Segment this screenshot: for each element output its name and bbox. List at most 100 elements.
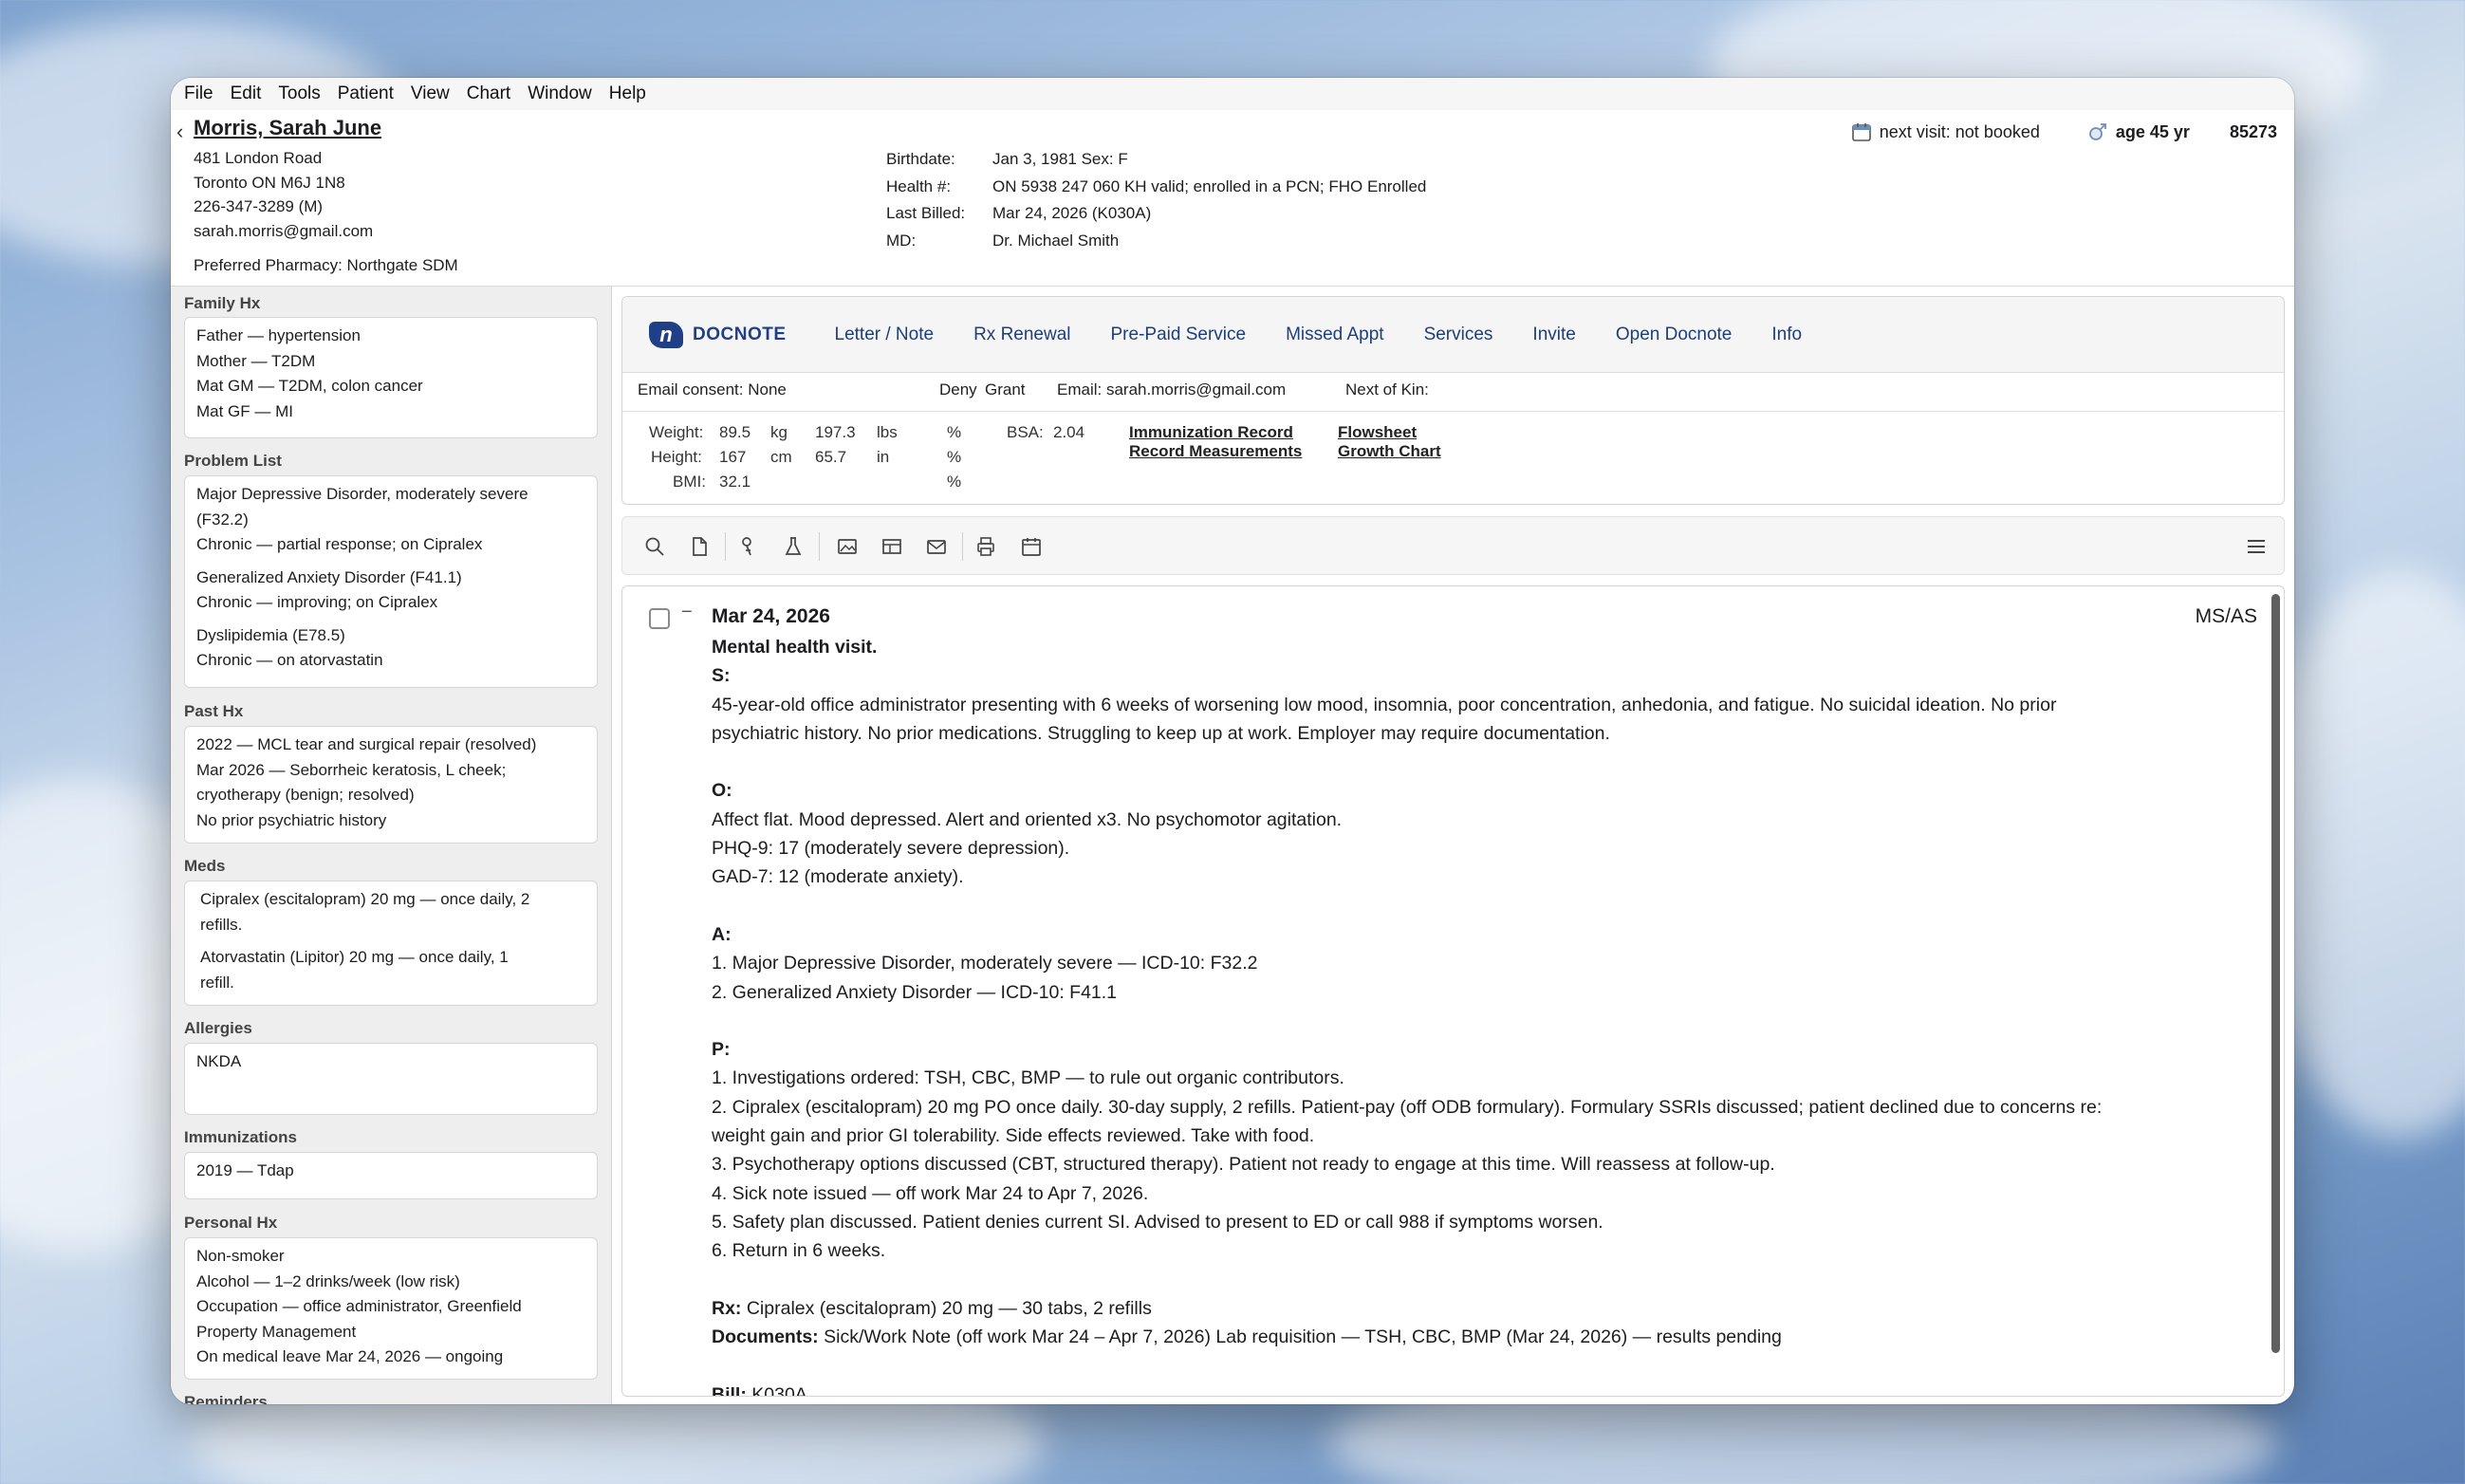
patient-address: 481 London Road Toronto ON M6J 1N8 226-3… [194,146,373,243]
note-line [712,892,2249,920]
deny-button[interactable]: Deny [939,380,977,399]
note-line: O: [712,780,732,802]
menu-patient[interactable]: Patient [338,83,394,104]
menu-edit[interactable]: Edit [231,83,262,104]
open-docnote-link[interactable]: Open Docnote [1616,325,1733,345]
list-item: No prior psychiatric history [196,810,387,829]
note-body[interactable]: Mental health visit. S: 45-year-old office… [712,633,2249,1396]
docnote-logo: n DOCNOTE [649,321,787,348]
list-item: refills. [200,915,243,934]
note-date: Mar 24, 2026 [712,605,830,627]
bmi-percentile: % [947,473,962,491]
collapse-toggle[interactable]: − [681,602,693,623]
grant-button[interactable]: Grant [985,380,1026,399]
note-scrollbar[interactable] [2271,594,2280,1353]
note-line: weight gain and prior GI tolerability. S… [712,1125,1315,1147]
weight-kg-value[interactable]: 89.5 [719,423,751,442]
note-line [712,748,2249,776]
calendar-icon[interactable] [1018,533,1045,560]
list-item: Atorvastatin (Lipitor) 20 mg — once dail… [200,948,509,966]
problem-list-box[interactable]: Major Depressive Disorder, moderately se… [184,475,598,688]
vitals-row: Weight: 89.5 kg 197.3 lbs % Height: 167 … [622,411,2284,506]
list-item: Property Management [196,1322,357,1341]
note-line: Rx: Cipralex (escitalopram) 20 mg — 30 t… [712,1294,2249,1323]
pre-paid-service-link[interactable]: Pre-Paid Service [1111,325,1247,345]
menu-tools[interactable]: Tools [278,83,320,104]
list-item: On medical leave Mar 24, 2026 — ongoing [196,1347,504,1365]
note-toolbar [621,516,2285,575]
menu-window[interactable]: Window [528,83,592,104]
preferred-pharmacy: Preferred Pharmacy: Northgate SDM [194,256,458,274]
note-line: psychiatric history. No prior medication… [712,722,1610,744]
missed-appt-link[interactable]: Missed Appt [1286,325,1384,345]
patient-name[interactable]: Morris, Sarah June [194,116,381,140]
height-cm-value[interactable]: 167 [719,448,746,467]
docnote-brand: DOCNOTE [693,324,787,344]
chart-summary-sidebar: Family Hx Father — hypertension Mother —… [171,287,612,1404]
gender-icon [2087,121,2108,142]
meds-title: Meds [184,857,226,875]
list-item: Dyslipidemia (E78.5) [196,625,345,644]
meds-box[interactable]: Cipralex (escitalopram) 20 mg — once dai… [184,881,598,1006]
record-measurements-link[interactable]: Record Measurements [1129,442,1302,461]
pill-icon[interactable] [735,533,762,560]
weight-label: Weight: [649,423,704,441]
address-line: 481 London Road [194,149,323,167]
note-line: 3. Psychotherapy options discussed (CBT,… [712,1154,1775,1176]
flowsheet-link[interactable]: Flowsheet [1338,423,1417,442]
growth-chart-link[interactable]: Growth Chart [1338,442,1441,461]
note-author-initials: MS/AS [2195,605,2257,627]
next-visit[interactable]: next visit: not booked [1880,122,2040,142]
note-select-checkbox[interactable] [649,608,670,629]
note-line: Affect flat. Mood depressed. Alert and o… [712,808,1343,830]
list-item: Chronic — improving; on Cipralex [196,593,438,611]
services-link[interactable]: Services [1424,325,1493,345]
problem-list-title: Problem List [184,452,282,470]
kg-unit: kg [770,423,788,441]
allergies-box[interactable]: NKDA [184,1043,598,1115]
list-item: Cipralex (escitalopram) 20 mg — once dai… [200,890,530,908]
menu-view[interactable]: View [411,83,450,104]
patient-header: ‹ Morris, Sarah June 481 London Road Tor… [171,110,2294,287]
menu-help[interactable]: Help [609,83,646,104]
table-icon[interactable] [879,533,905,560]
docnote-nav: n DOCNOTE Letter / Note Rx Renewal Pre-P… [622,297,2284,373]
docnote-logo-icon: n [649,321,683,348]
back-chevron-icon[interactable]: ‹ [176,120,183,144]
address-city: Toronto ON M6J 1N8 [194,173,345,192]
bmi-value: 32.1 [719,473,751,491]
in-unit: in [877,448,890,466]
rx-renewal-link[interactable]: Rx Renewal [973,325,1070,345]
bmi-label: BMI: [673,473,706,491]
print-icon[interactable] [973,533,999,560]
document-icon[interactable] [686,533,713,560]
image-icon[interactable] [834,533,861,560]
personal-hx-box[interactable]: Non-smoker Alcohol — 1–2 drinks/week (lo… [184,1237,598,1380]
menu-icon[interactable] [2243,533,2270,560]
lab-flask-icon[interactable] [780,533,806,560]
weight-lbs-value[interactable]: 197.3 [815,423,856,442]
menu-file[interactable]: File [184,83,213,104]
letter-note-link[interactable]: Letter / Note [835,325,935,345]
immunization-record-link[interactable]: Immunization Record [1129,423,1293,442]
note-line: GAD-7: 12 (moderate anxiety). [712,866,964,888]
note-line-text: Cipralex (escitalopram) 20 mg — 30 tabs,… [741,1297,1152,1319]
invite-link[interactable]: Invite [1532,325,1575,345]
note-line [712,1266,2249,1294]
menu-chart[interactable]: Chart [467,83,510,104]
last-billed-label: Last Billed: [886,204,966,222]
emr-window: File Edit Tools Patient View Chart Windo… [171,78,2294,1404]
note-line [712,1351,2249,1380]
patient-phone: 226-347-3289 (M) [194,197,324,215]
note-line: PHQ-9: 17 (moderately severe depression)… [712,838,1070,860]
past-hx-box[interactable]: 2022 — MCL tear and surgical repair (res… [184,726,598,844]
immunizations-box[interactable]: 2019 — Tdap [184,1152,598,1199]
family-hx-box[interactable]: Father — hypertension Mother — T2DM Mat … [184,317,598,438]
note-line: Mental health visit. [712,637,878,658]
family-hx-title: Family Hx [184,294,261,312]
note-line-label: Rx: [712,1297,742,1319]
info-link[interactable]: Info [1771,325,1802,345]
height-in-value[interactable]: 65.7 [815,448,846,467]
mail-icon[interactable] [923,533,950,560]
search-icon[interactable] [641,533,668,560]
